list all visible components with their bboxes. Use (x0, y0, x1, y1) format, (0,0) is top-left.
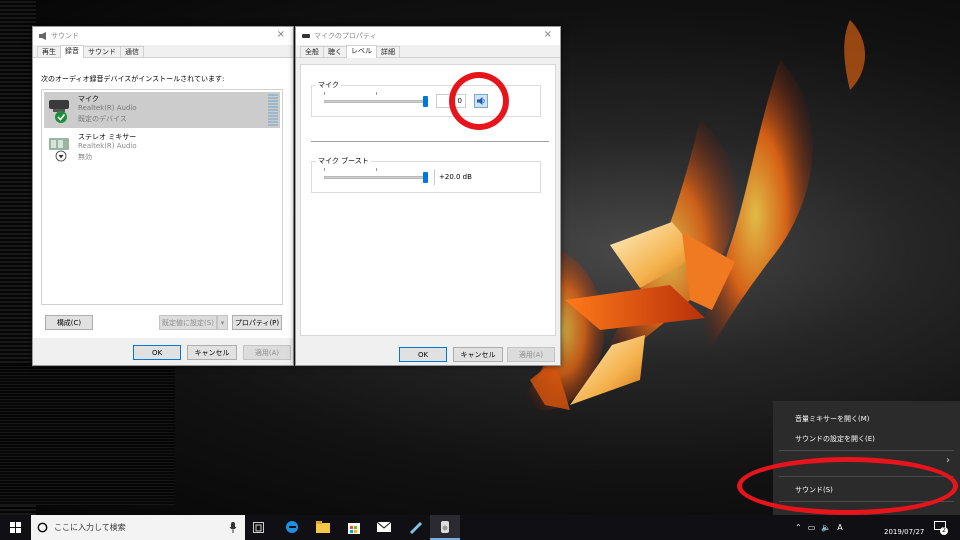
device-name: ステレオ ミキサー (78, 133, 137, 141)
tab-recording[interactable]: 録音 (60, 45, 84, 58)
sound-titlebar[interactable]: サウンド × (33, 27, 293, 45)
mic-boost-fill (325, 177, 427, 178)
task-view-icon (255, 524, 262, 532)
mic-properties-dialog: マイクのプロパティ × 全般 聴く レベル 詳細 マイク 0 マイク ブースト (295, 26, 561, 366)
device-status: 既定のデバイス (78, 115, 127, 123)
action-center-button[interactable]: 2 (934, 521, 948, 535)
tab-advanced[interactable]: 詳細 (376, 46, 400, 57)
slider-tick (376, 92, 377, 95)
sound-tabs: 再生 録音 サウンド 通信 (33, 45, 293, 58)
mic-boost-group: マイク ブースト +20.0 dB (311, 156, 541, 193)
stereo-mixer-icon (49, 138, 69, 162)
cortana-icon (37, 522, 48, 533)
close-icon[interactable]: × (544, 30, 552, 40)
cancel-button[interactable]: キャンセル (187, 345, 237, 360)
device-item-stereo-mix[interactable]: ステレオ ミキサー Realtek(R) Audio 無効 (44, 130, 280, 166)
highlight-ellipse (737, 457, 958, 515)
chevron-down-icon: ▾ (220, 318, 225, 327)
cancel-button[interactable]: キャンセル (453, 347, 503, 362)
properties-button[interactable]: プロパティ(P) (232, 315, 282, 330)
sound-title: サウンド (51, 32, 79, 40)
taskbar-date[interactable]: 2019/07/27 (884, 528, 924, 536)
store-icon (348, 523, 360, 534)
app-icon (410, 522, 422, 534)
store-button[interactable] (347, 520, 361, 536)
highlight-circle (449, 72, 509, 130)
mic-level-fill (325, 101, 427, 102)
device-name: マイク (78, 95, 99, 103)
tab-playback[interactable]: 再生 (37, 46, 61, 57)
mic-boost-label: マイク ブースト (316, 156, 371, 166)
tab-sounds[interactable]: サウンド (83, 46, 121, 57)
search-placeholder: ここに入力して検索 (54, 523, 126, 532)
level-meter (268, 94, 278, 126)
edge-button[interactable] (285, 520, 299, 536)
apply-button[interactable]: 適用(A) (507, 347, 555, 362)
file-explorer-button[interactable] (316, 521, 330, 535)
mail-icon (376, 521, 392, 532)
system-tray: ⌃ ▭ 🔈 A (795, 515, 843, 540)
menu-separator (779, 450, 954, 451)
device-driver: Realtek(R) Audio (78, 104, 137, 112)
folder-icon (316, 521, 330, 533)
active-app-button[interactable] (430, 515, 460, 540)
network-icon[interactable]: ▭ (808, 523, 816, 532)
divider (311, 141, 549, 142)
slider-tick (376, 168, 377, 171)
microphone-icon[interactable] (229, 522, 237, 533)
mail-button[interactable] (376, 521, 392, 534)
mic-level-label: マイク (316, 80, 341, 90)
notification-badge: 2 (940, 527, 948, 535)
taskbar-search-box[interactable]: ここに入力して検索 (31, 515, 245, 540)
chevron-right-icon: › (946, 455, 950, 466)
microphone-icon (302, 34, 310, 38)
slider-tick (324, 92, 325, 95)
volume-icon[interactable]: 🔈 (821, 523, 831, 532)
mic-boost-thumb[interactable] (423, 172, 428, 183)
menu-item-sound-settings[interactable]: サウンドの設定を開く(E) (795, 434, 875, 444)
pinned-app-button[interactable] (408, 520, 422, 536)
configure-button[interactable]: 構成(C) (45, 315, 93, 330)
device-item-microphone[interactable]: マイク Realtek(R) Audio 既定のデバイス (44, 92, 280, 128)
start-button[interactable] (0, 515, 31, 540)
levels-panel: マイク 0 マイク ブースト +20.0 dB (300, 64, 556, 336)
apply-button[interactable]: 適用(A) (243, 345, 291, 360)
microphone-device-icon (49, 100, 69, 123)
task-view-button[interactable] (253, 522, 264, 533)
tab-communications[interactable]: 通信 (120, 46, 144, 57)
speaker-icon (39, 32, 46, 40)
menu-item-volume-mixer[interactable]: 音量ミキサーを開く(M) (795, 414, 870, 424)
edge-icon (286, 521, 298, 533)
speaker-app-icon (441, 520, 449, 533)
mic-properties-title: マイクのプロパティ (314, 32, 377, 40)
device-list[interactable]: マイク Realtek(R) Audio 既定のデバイス ステレオ ミキサー R… (41, 89, 283, 305)
ok-button[interactable]: OK (399, 347, 447, 362)
windows-logo-icon (10, 522, 21, 533)
device-status: 無効 (78, 153, 92, 161)
mic-properties-tabs: 全般 聴く レベル 詳細 (296, 45, 560, 58)
device-list-instruction: 次のオーディオ録音デバイスがインストールされています: (41, 75, 225, 83)
close-icon[interactable]: × (277, 30, 285, 40)
mic-boost-slider[interactable] (324, 176, 428, 179)
chevron-up-icon[interactable]: ⌃ (795, 523, 802, 532)
sound-dialog: サウンド × 再生 録音 サウンド 通信 次のオーディオ録音デバイスがインストー… (32, 26, 294, 366)
set-default-dropdown[interactable]: ▾ (217, 315, 228, 330)
mic-level-slider[interactable] (324, 100, 428, 103)
mic-properties-titlebar[interactable]: マイクのプロパティ × (296, 27, 560, 45)
mic-level-thumb[interactable] (423, 96, 428, 107)
tab-levels[interactable]: レベル (346, 45, 377, 58)
slider-tick (324, 168, 325, 171)
ime-indicator[interactable]: A (837, 523, 842, 532)
tab-listen[interactable]: 聴く (323, 46, 347, 57)
device-driver: Realtek(R) Audio (78, 142, 137, 150)
tab-general[interactable]: 全般 (300, 46, 324, 57)
taskbar: ここに入力して検索 ⌃ ▭ 🔈 A 2019/07/27 2 (0, 515, 960, 540)
ok-button[interactable]: OK (133, 345, 181, 360)
mic-boost-value: +20.0 dB (439, 173, 472, 181)
divider (434, 169, 435, 185)
set-default-button[interactable]: 既定値に設定(S) (159, 315, 217, 330)
